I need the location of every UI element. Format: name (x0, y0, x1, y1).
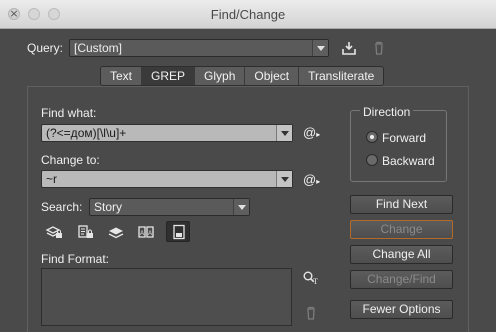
direction-backward-label[interactable]: Backward (382, 154, 435, 168)
direction-group (350, 110, 447, 182)
clear-attributes-icon[interactable] (302, 305, 320, 321)
change-find-button[interactable]: Change/Find (350, 270, 453, 289)
tab-transliterate[interactable]: Transliterate (299, 67, 383, 85)
change-special-characters-icon[interactable]: @▸ (303, 172, 320, 187)
svg-text:A: A (140, 231, 144, 237)
find-format-label: Find Format: (41, 252, 110, 266)
svg-text:A: A (148, 231, 152, 237)
tab-grep[interactable]: GREP (142, 67, 196, 85)
zoom-window-button[interactable] (48, 8, 60, 20)
direction-backward-radio[interactable] (366, 154, 378, 166)
minimize-window-button[interactable] (28, 8, 40, 20)
change-to-input[interactable]: ~r (41, 170, 293, 188)
footnote-icon (173, 224, 185, 240)
tab-object[interactable]: Object (245, 67, 300, 85)
include-hidden-layers-icon[interactable] (107, 224, 125, 240)
chevron-down-icon (312, 40, 328, 56)
specify-attributes-icon[interactable]: T (302, 270, 320, 286)
change-all-button[interactable]: Change All (350, 245, 453, 264)
find-next-button[interactable]: Find Next (350, 195, 453, 214)
tab-text[interactable]: Text (101, 67, 143, 85)
include-locked-stories-icon[interactable] (76, 224, 94, 240)
trash-icon[interactable] (370, 40, 388, 56)
find-what-label: Find what: (41, 106, 97, 120)
query-label: Query: (27, 41, 64, 55)
direction-forward-label[interactable]: Forward (382, 131, 426, 145)
change-button[interactable]: Change (350, 220, 453, 239)
tab-glyph[interactable]: Glyph (195, 67, 246, 85)
search-label: Search: (41, 200, 83, 214)
window-title: Find/Change (210, 7, 286, 22)
query-value: [Custom] (74, 41, 123, 55)
find-what-input[interactable]: (?<=дом)[\l\u]+ (41, 124, 293, 142)
title-bar: × Find/Change (0, 0, 496, 29)
search-scope-value: Story (94, 200, 123, 214)
fewer-options-button[interactable]: Fewer Options (350, 300, 453, 319)
chevron-down-icon (276, 125, 292, 141)
direction-title: Direction (360, 105, 414, 119)
include-master-pages-icon[interactable]: A A (137, 224, 155, 240)
find-format-box[interactable] (41, 268, 292, 326)
include-footnotes-toggle[interactable] (166, 221, 190, 242)
change-to-value: ~r (46, 172, 58, 186)
find-special-characters-icon[interactable]: @▸ (303, 125, 320, 140)
include-locked-layers-icon[interactable] (45, 224, 63, 240)
chevron-down-icon (233, 199, 249, 215)
svg-text:T: T (313, 277, 318, 286)
chevron-down-icon (276, 171, 292, 187)
change-to-label: Change to: (41, 153, 100, 167)
direction-forward-radio[interactable] (366, 131, 378, 143)
tab-bar: Text GREP Glyph Object Transliterate (100, 66, 385, 86)
close-icon: × (9, 7, 19, 20)
search-scope-select[interactable]: Story (89, 198, 250, 216)
query-select[interactable]: [Custom] (69, 39, 329, 57)
close-window-button[interactable]: × (8, 8, 20, 20)
find-what-value: (?<=дом)[\l\u]+ (46, 126, 127, 140)
save-query-icon[interactable] (340, 40, 358, 56)
